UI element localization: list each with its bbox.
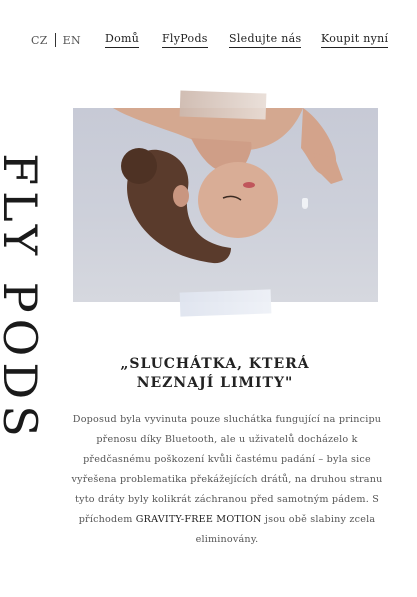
nav-link-flypods[interactable]: FlyPods bbox=[162, 32, 208, 48]
lang-en-link[interactable]: EN bbox=[63, 34, 81, 47]
nav-link-home[interactable]: Domů bbox=[105, 32, 140, 48]
hero-photo bbox=[73, 108, 378, 302]
quote-heading: „SLUCHÁTKA, KTERÁ NEZNAJÍ LIMITY" bbox=[120, 356, 310, 391]
upside-down-woman-image bbox=[113, 108, 343, 264]
lang-divider bbox=[54, 33, 56, 47]
nav-link-follow-us[interactable]: Sledujte nás bbox=[229, 32, 302, 48]
description-paragraph: Doposud byla vyvinuta pouze sluchátka fu… bbox=[68, 410, 386, 550]
lang-cz-link[interactable]: CZ bbox=[31, 34, 48, 47]
gravity-free-motion-text: GRAVITY-FREE MOTION bbox=[135, 514, 262, 525]
decorative-tape-bottom bbox=[179, 289, 272, 317]
decorative-tape-top bbox=[179, 90, 267, 120]
description-text: Doposud byla vyvinuta pouze sluchátka fu… bbox=[71, 414, 383, 525]
vertical-title-text: FLY PODS bbox=[0, 152, 47, 443]
vertical-title: FLY PODS bbox=[0, 153, 47, 443]
nav-link-buy-now[interactable]: Koupit nyní bbox=[321, 32, 389, 48]
top-navigation: CZ EN Domů FlyPods Sledujte nás Koupit ny… bbox=[0, 30, 417, 50]
language-switcher: CZ EN bbox=[31, 33, 81, 47]
